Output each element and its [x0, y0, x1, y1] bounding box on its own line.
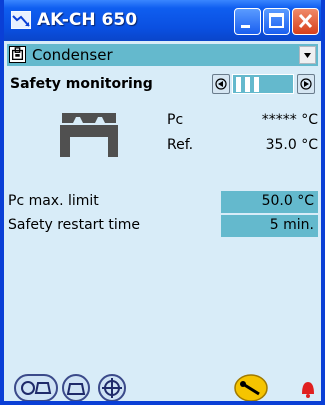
- wrench-icon[interactable]: [234, 374, 268, 402]
- dropdown-button[interactable]: [299, 46, 316, 64]
- footer-toolbar: [4, 371, 321, 402]
- param-value-field[interactable]: 5 min.: [221, 215, 318, 237]
- close-button[interactable]: [292, 8, 319, 35]
- minimize-button[interactable]: [234, 8, 261, 35]
- arrow-right-icon: [300, 78, 312, 90]
- page-indicator: [232, 74, 294, 94]
- param-value-field[interactable]: 50.0 °C: [221, 191, 318, 213]
- controller-icon[interactable]: [14, 374, 58, 402]
- app-icon: [11, 11, 31, 29]
- ref-value: 35.0 °C: [265, 137, 318, 153]
- alarm-bell-icon[interactable]: [298, 374, 318, 402]
- main-panel: Condenser Safety monitoring Pc ***** °C …: [4, 41, 321, 402]
- view-selector[interactable]: Condenser: [7, 44, 318, 66]
- param-row-pc-max-limit[interactable]: Pc max. limit 50.0 °C: [4, 191, 321, 213]
- param-value: 50.0 °C: [261, 193, 314, 209]
- pc-value: ***** °C: [261, 112, 318, 128]
- window-title: AK-CH 650: [37, 10, 138, 30]
- section-title: Safety monitoring: [10, 76, 153, 92]
- minimize-icon: [241, 25, 250, 28]
- navigation-icon[interactable]: [96, 374, 128, 402]
- arrow-left-icon: [215, 78, 227, 90]
- close-icon: [298, 13, 313, 29]
- param-label: Pc max. limit: [8, 193, 99, 209]
- app-window: AK-CH 650 Condenser Safety monitoring Pc…: [0, 0, 325, 405]
- next-page-button[interactable]: [297, 74, 315, 94]
- maximize-icon: [269, 13, 284, 28]
- chevron-down-icon: [304, 53, 311, 58]
- pc-label: Pc: [167, 112, 184, 128]
- condenser-unit-icon: [60, 113, 118, 157]
- page-indicator-bar: [236, 77, 241, 92]
- remote-icon[interactable]: [60, 374, 92, 402]
- param-value: 5 min.: [269, 217, 314, 233]
- title-bar[interactable]: AK-CH 650: [4, 0, 321, 41]
- param-row-safety-restart-time[interactable]: Safety restart time 5 min.: [4, 215, 321, 237]
- device-icon: [9, 46, 26, 63]
- page-indicator-bar: [245, 77, 250, 92]
- param-label: Safety restart time: [8, 217, 140, 233]
- previous-page-button[interactable]: [212, 74, 230, 94]
- ref-label: Ref.: [167, 137, 194, 153]
- view-selector-value: Condenser: [32, 46, 113, 64]
- maximize-button[interactable]: [263, 8, 290, 35]
- page-indicator-bar: [254, 77, 259, 92]
